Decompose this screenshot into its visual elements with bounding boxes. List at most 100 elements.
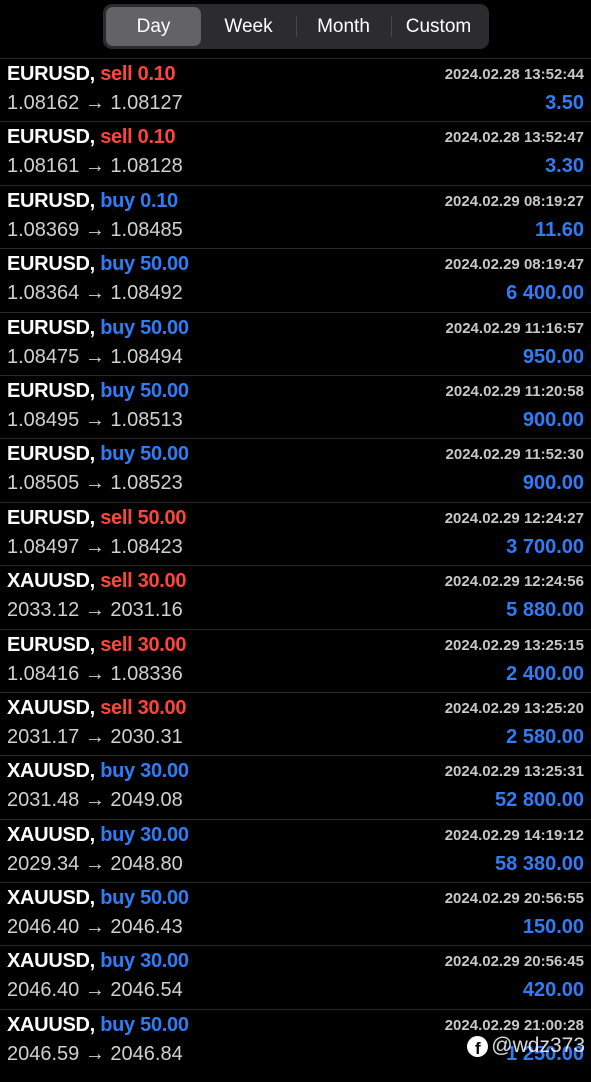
open-price: 2029.34	[7, 852, 80, 875]
trade-row[interactable]: EURUSD, buy 0.10 1.08369 → 1.08485 2024.02…	[0, 184, 591, 248]
trade-volume: 30.00	[137, 633, 187, 656]
trade-symbol: EURUSD,	[7, 379, 95, 402]
tab-day[interactable]: Day	[106, 7, 201, 46]
trade-row[interactable]: XAUUSD, buy 30.00 2031.48 → 2049.08 2024.0…	[0, 755, 591, 818]
trade-profit: 3 700.00	[506, 535, 584, 558]
trade-profit: 6 400.00	[506, 282, 584, 305]
trade-time: 2024.02.29 14:19:12	[444, 826, 584, 844]
trade-symbol-line: EURUSD, sell 30.00	[7, 634, 186, 657]
open-price: 1.08505	[7, 472, 80, 495]
trade-volume: 30.00	[140, 823, 189, 846]
trade-profit: 58 380.00	[495, 852, 584, 875]
open-price: 1.08369	[7, 218, 80, 241]
trade-row[interactable]: EURUSD, buy 50.00 1.08364 → 1.08492 2024.0…	[0, 248, 591, 311]
trade-prices: 1.08497 → 1.08423	[7, 536, 183, 559]
trade-time: 2024.02.29 08:19:47	[444, 256, 584, 274]
trade-symbol-line: EURUSD, buy 50.00	[7, 380, 189, 403]
trade-prices: 2046.59 → 2046.84	[7, 1043, 183, 1066]
trade-row[interactable]: EURUSD, buy 50.00 1.08505 → 1.08523 2024.0…	[0, 438, 591, 501]
close-price: 2048.80	[110, 852, 183, 875]
trade-side: sell	[100, 633, 133, 656]
trade-symbol-line: XAUUSD, buy 30.00	[7, 950, 189, 973]
open-price: 1.08162	[7, 92, 80, 114]
trade-row[interactable]: EURUSD, sell 50.00 1.08497 → 1.08423 2024.…	[0, 501, 591, 565]
trade-side: buy	[100, 443, 135, 466]
tab-week[interactable]: Week	[201, 7, 296, 46]
trade-prices: 1.08505 → 1.08523	[7, 472, 183, 495]
trade-prices: 2046.40 → 2046.43	[7, 916, 183, 939]
trade-profit: 420.00	[522, 979, 584, 1002]
trade-time: 2024.02.29 11:20:58	[445, 382, 584, 400]
trade-row[interactable]: EURUSD, sell 30.00 1.08416 → 1.08336 2024.…	[0, 628, 591, 692]
trade-prices: 2046.40 → 2046.54	[7, 979, 183, 1002]
trade-prices: 1.08416 → 1.08336	[7, 663, 183, 686]
trade-row[interactable]: XAUUSD, sell 30.00 2031.17 → 2030.31 2024.…	[0, 691, 591, 755]
trade-prices: 1.08161 → 1.08128	[7, 155, 183, 178]
arrow-icon: →	[84, 345, 105, 368]
close-price: 2030.31	[110, 725, 183, 748]
trade-row[interactable]: XAUUSD, buy 50.00 2046.40 → 2046.43 2024.0…	[0, 882, 591, 945]
close-price: 1.08485	[110, 218, 183, 241]
trade-prices: 1.08475 → 1.08494	[7, 346, 183, 369]
trade-row[interactable]: XAUUSD, sell 30.00 2033.12 → 2031.16 2024.…	[0, 565, 591, 628]
close-price: 1.08423	[110, 535, 183, 558]
trade-symbol: XAUUSD,	[7, 823, 95, 846]
trade-symbol-line: EURUSD, buy 50.00	[7, 443, 189, 466]
trade-symbol: EURUSD,	[7, 633, 95, 656]
close-price: 1.08128	[110, 155, 183, 178]
trade-volume: 50.00	[137, 506, 187, 529]
arrow-icon: →	[84, 789, 105, 812]
close-price: 2031.16	[110, 599, 183, 622]
trade-volume: 30.00	[140, 760, 189, 783]
trade-side: sell	[100, 506, 133, 529]
trade-side: sell	[100, 63, 133, 85]
trade-row[interactable]: EURUSD, sell 0.10 1.08161 → 1.08128 2024.0…	[0, 121, 591, 184]
open-price: 1.08475	[7, 345, 80, 368]
trade-side: buy	[100, 189, 135, 212]
trade-symbol-line: XAUUSD, buy 50.00	[7, 1014, 189, 1037]
trade-volume: 0.10	[140, 189, 178, 212]
trade-profit: 900.00	[522, 408, 584, 431]
open-price: 1.08497	[7, 535, 80, 558]
trade-symbol: EURUSD,	[7, 189, 95, 212]
trade-volume: 0.10	[137, 126, 176, 149]
tab-custom[interactable]: Custom	[391, 7, 486, 46]
trade-side: buy	[100, 887, 135, 910]
trade-row[interactable]: EURUSD, buy 50.00 1.08495 → 1.08513 2024.0…	[0, 374, 591, 438]
trade-symbol-line: EURUSD, sell 50.00	[7, 507, 186, 530]
trade-symbol-line: XAUUSD, sell 30.00	[7, 697, 186, 720]
trade-row[interactable]: EURUSD, buy 50.00 1.08475 → 1.08494 2024.0…	[0, 311, 591, 375]
open-price: 2031.17	[7, 725, 80, 748]
arrow-icon: →	[84, 92, 105, 114]
trade-profit: 11.60	[535, 218, 584, 241]
close-price: 2046.84	[110, 1042, 183, 1065]
trade-time: 2024.02.29 08:19:27	[444, 192, 584, 210]
trade-symbol: XAUUSD,	[7, 1013, 95, 1036]
watermark-text: @wdz373	[491, 1034, 585, 1057]
trade-symbol: EURUSD,	[7, 63, 95, 85]
trade-row[interactable]: EURUSD, sell 0.10 1.08162 → 1.08127 2024.0…	[0, 58, 591, 121]
trade-time: 2024.02.29 13:25:15	[444, 636, 584, 654]
trade-symbol-line: XAUUSD, buy 50.00	[7, 887, 189, 910]
trade-profit: 950.00	[522, 345, 584, 368]
trade-prices: 1.08495 → 1.08513	[7, 409, 183, 432]
trade-profit: 900.00	[522, 472, 584, 495]
open-price: 2033.12	[7, 599, 80, 622]
trade-time: 2024.02.29 13:25:31	[444, 763, 584, 781]
trade-symbol: EURUSD,	[7, 253, 95, 276]
trade-symbol: XAUUSD,	[7, 570, 95, 593]
close-price: 1.08523	[110, 472, 183, 495]
trade-side: sell	[100, 126, 133, 149]
trade-side: buy	[100, 253, 135, 276]
trade-time: 2024.02.29 11:52:30	[445, 446, 584, 464]
trade-symbol: XAUUSD,	[7, 887, 95, 910]
arrow-icon: →	[84, 916, 105, 939]
trade-symbol: EURUSD,	[7, 443, 95, 466]
trade-symbol-line: EURUSD, sell 0.10	[7, 126, 176, 149]
arrow-icon: →	[84, 852, 105, 875]
trade-row[interactable]: XAUUSD, buy 30.00 2029.34 → 2048.80 2024.0…	[0, 818, 591, 882]
trade-profit: 150.00	[522, 916, 584, 939]
trade-row[interactable]: XAUUSD, buy 30.00 2046.40 → 2046.54 2024.0…	[0, 945, 591, 1008]
tab-month[interactable]: Month	[296, 7, 391, 46]
trade-prices: 1.08369 → 1.08485	[7, 219, 183, 242]
